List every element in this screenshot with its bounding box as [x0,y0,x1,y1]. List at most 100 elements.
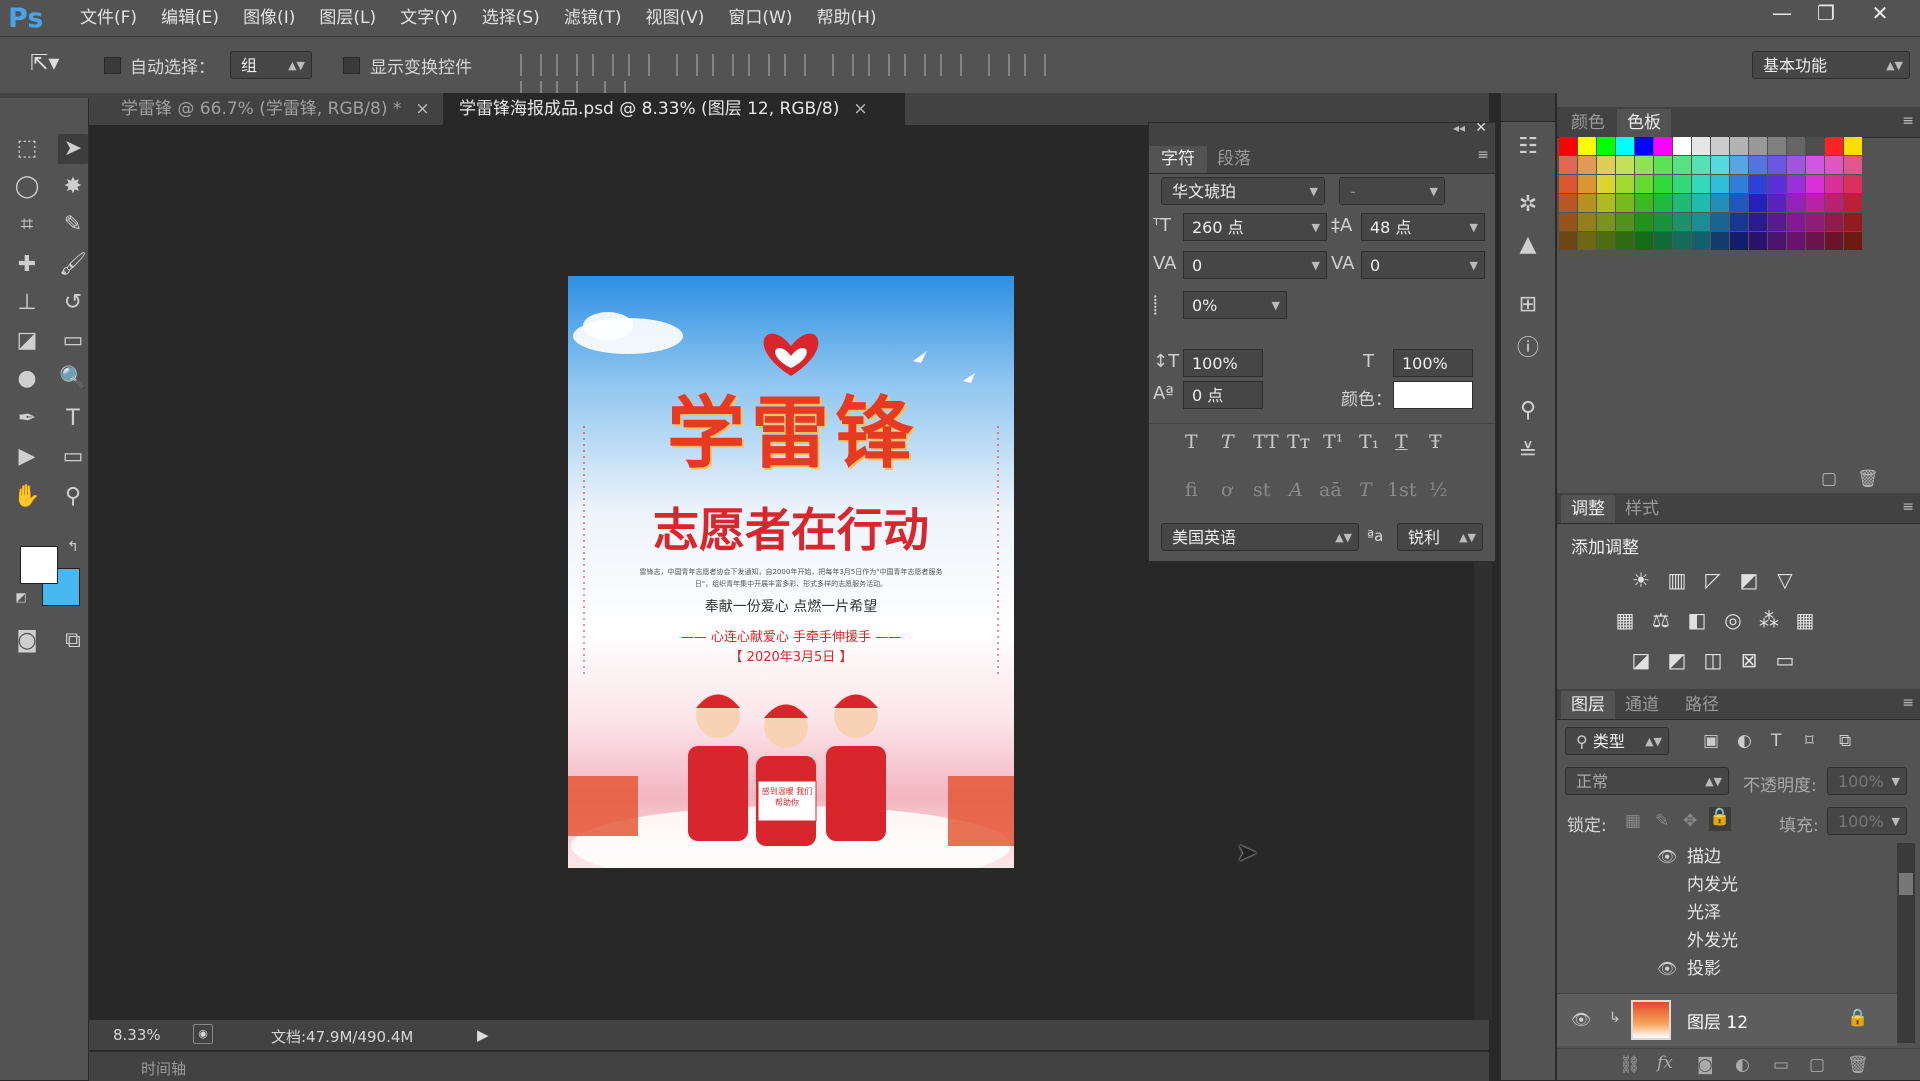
swatch[interactable] [1825,156,1843,174]
swatch[interactable] [1673,137,1691,155]
new-group-icon[interactable]: ▭ [1773,1055,1789,1075]
tool-presets-icon[interactable]: ≚ [1515,440,1541,466]
restore-button[interactable]: ❐ [1804,0,1848,28]
tab-layers[interactable]: 图层 [1561,691,1615,719]
curves-icon[interactable]: ◸ [1701,569,1725,591]
new-swatch-icon[interactable]: ▢ [1821,469,1837,489]
swatch[interactable] [1749,213,1767,231]
swatch[interactable] [1825,175,1843,193]
photo-filter-icon[interactable]: ◎ [1721,609,1745,631]
vibrance-icon[interactable]: ▽ [1773,569,1797,591]
swatch[interactable] [1806,213,1824,231]
swatch[interactable] [1635,213,1653,231]
magic-wand-tool-icon[interactable]: ✸ [58,172,88,202]
filter-type-icon[interactable]: T [1771,731,1781,751]
share-icon[interactable]: ◉ [193,1024,213,1044]
filter-shape-icon[interactable]: ⌑ [1805,731,1814,751]
swatch[interactable] [1616,213,1634,231]
tab-styles[interactable]: 样式 [1615,495,1669,523]
layer-effect-outer-glow[interactable]: 外发光 [1557,927,1897,955]
show-transform-checkbox[interactable] [343,56,360,74]
underline-button[interactable]: T [1395,431,1408,453]
swatch[interactable] [1692,156,1710,174]
swatch[interactable] [1787,156,1805,174]
status-menu-arrow-icon[interactable]: ▶ [477,1026,489,1044]
eyedropper-tool-icon[interactable]: ✎ [58,210,88,240]
swatch[interactable] [1616,175,1634,193]
swatch[interactable] [1711,213,1729,231]
crop-tool-icon[interactable]: ⌗ [12,210,42,240]
layers-scrollbar[interactable] [1897,843,1915,1043]
swatch[interactable] [1673,213,1691,231]
swatch[interactable] [1635,232,1653,250]
selective-color-icon[interactable]: ⊠ [1737,649,1761,671]
swatch[interactable] [1597,213,1615,231]
swatch[interactable] [1559,156,1577,174]
swatch[interactable] [1825,194,1843,212]
swatch[interactable] [1844,175,1862,193]
swatch[interactable] [1749,137,1767,155]
swatch[interactable] [1844,137,1862,155]
new-layer-icon[interactable]: ▢ [1809,1055,1825,1075]
zoom-tool-icon[interactable]: ⚲ [58,482,88,512]
tsume-field[interactable]: 0% ▼ [1183,291,1287,319]
swatch[interactable] [1616,156,1634,174]
marquee-tool-icon[interactable]: ⬚ [12,134,42,164]
swatch[interactable] [1711,194,1729,212]
info-icon[interactable]: ⓘ [1515,336,1541,362]
swatch[interactable] [1692,213,1710,231]
type-tool-icon[interactable]: T [58,404,88,434]
lock-all-icon[interactable]: 🔒 [1709,807,1731,831]
workspace-dropdown[interactable]: 基本功能 ▲▼ [1752,51,1910,79]
discretionary-ligatures-button[interactable]: ơ [1221,479,1232,501]
color-balance-icon[interactable]: ⚖ [1649,609,1673,631]
font-style-dropdown[interactable]: - ▼ [1339,177,1445,205]
swatch[interactable] [1806,175,1824,193]
swatch[interactable] [1654,137,1672,155]
tracking-field[interactable]: 0 ▼ [1361,251,1485,279]
all-caps-button[interactable]: TT [1253,431,1279,453]
lock-pixels-icon[interactable]: ✎ [1655,811,1669,831]
vertical-scale-field[interactable]: 100% [1183,349,1263,377]
swatch[interactable] [1616,232,1634,250]
panel-menu-icon[interactable]: ≡ [1902,695,1914,711]
filter-smart-object-icon[interactable]: ⧉ [1839,731,1851,751]
menu-file[interactable]: 文件(F) [68,0,149,36]
faux-bold-button[interactable]: T [1185,431,1198,453]
eye-icon[interactable]: 👁 [1657,955,1677,983]
screen-mode-icon[interactable]: ⧉ [58,626,88,656]
text-color-swatch[interactable] [1393,381,1473,409]
swatch[interactable] [1559,213,1577,231]
swatch[interactable] [1787,213,1805,231]
move-tool-icon[interactable]: ➤ [58,134,88,164]
path-selection-tool-icon[interactable]: ▶ [12,442,42,472]
lock-position-icon[interactable]: ✥ [1683,811,1697,831]
close-icon[interactable]: ✕ [1475,120,1487,136]
superscript-button[interactable]: T¹ [1323,431,1343,453]
titling-alternates-button[interactable]: aā [1319,479,1342,501]
swatch[interactable] [1654,175,1672,193]
swatch[interactable] [1616,194,1634,212]
swash-button[interactable]: A [1289,479,1303,501]
swatch[interactable] [1578,213,1596,231]
swatch[interactable] [1806,137,1824,155]
swatch[interactable] [1768,137,1786,155]
swatch[interactable] [1711,175,1729,193]
blend-mode-dropdown[interactable]: 正常 ▲▼ [1565,767,1729,795]
filter-adjustment-icon[interactable]: ◐ [1737,731,1752,751]
ornaments-button[interactable]: T [1359,479,1372,501]
swatch[interactable] [1597,156,1615,174]
swatch[interactable] [1730,213,1748,231]
rectangle-tool-icon[interactable]: ▭ [58,442,88,472]
tab-color[interactable]: 颜色 [1561,109,1615,137]
swatch[interactable] [1768,194,1786,212]
clone-stamp-tool-icon[interactable]: ⊥ [12,288,42,318]
history-panel-icon[interactable]: ☷ [1515,134,1541,160]
hue-saturation-icon[interactable]: ▦ [1613,609,1637,631]
healing-brush-tool-icon[interactable]: ✚ [12,250,42,280]
link-layers-icon[interactable]: ⛓ [1619,1055,1641,1075]
swatch[interactable] [1844,194,1862,212]
swatch[interactable] [1844,213,1862,231]
brush-settings-icon[interactable]: ✲ [1515,192,1541,218]
tab-document-2[interactable]: 学雷锋海报成品.psd @ 8.33% (图层 12, RGB/8) × [443,93,905,125]
